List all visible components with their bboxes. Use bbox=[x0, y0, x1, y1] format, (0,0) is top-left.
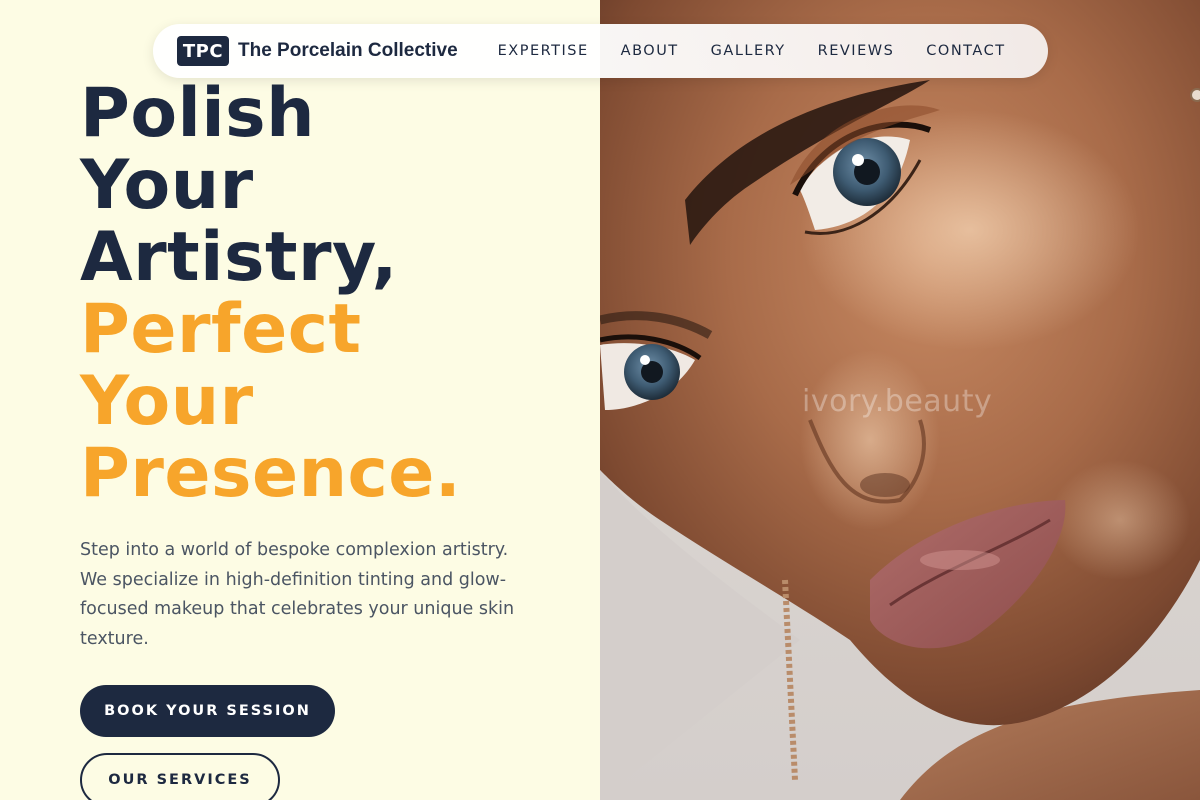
nav-links: EXPERTISE ABOUT GALLERY REVIEWS CONTACT bbox=[498, 43, 1038, 59]
headline-line: Polish bbox=[80, 74, 316, 153]
nav-link-about[interactable]: ABOUT bbox=[621, 43, 679, 59]
headline-accent-line: Presence. bbox=[80, 434, 462, 513]
photo-watermark: ivory.beauty bbox=[802, 384, 993, 419]
our-services-button[interactable]: OUR SERVICES bbox=[80, 753, 280, 800]
nav-link-reviews[interactable]: REVIEWS bbox=[818, 43, 895, 59]
book-session-button[interactable]: BOOK YOUR SESSION bbox=[80, 685, 335, 737]
top-navigation: TPC The Porcelain Collective EXPERTISE A… bbox=[153, 24, 1048, 78]
brand[interactable]: TPC The Porcelain Collective bbox=[177, 36, 458, 66]
nav-link-contact[interactable]: CONTACT bbox=[926, 43, 1005, 59]
hero-intro-text: Step into a world of bespoke complexion … bbox=[80, 540, 515, 649]
hero-portrait-photo: ivory.beauty bbox=[600, 0, 1200, 800]
headline-accent-line: Your bbox=[80, 362, 254, 441]
nav-link-gallery[interactable]: GALLERY bbox=[711, 43, 786, 59]
hero-headline: Polish Your Artistry, Perfect Your Prese… bbox=[80, 78, 580, 510]
hero-section: Polish Your Artistry, Perfect Your Prese… bbox=[0, 0, 600, 800]
headline-accent-line: Perfect bbox=[80, 290, 362, 369]
nav-link-expertise[interactable]: EXPERTISE bbox=[498, 43, 589, 59]
headline-line: Your bbox=[80, 146, 254, 225]
brand-logo[interactable]: TPC bbox=[177, 36, 229, 66]
brand-name[interactable]: The Porcelain Collective bbox=[238, 40, 458, 62]
headline-line: Artistry, bbox=[80, 218, 398, 297]
